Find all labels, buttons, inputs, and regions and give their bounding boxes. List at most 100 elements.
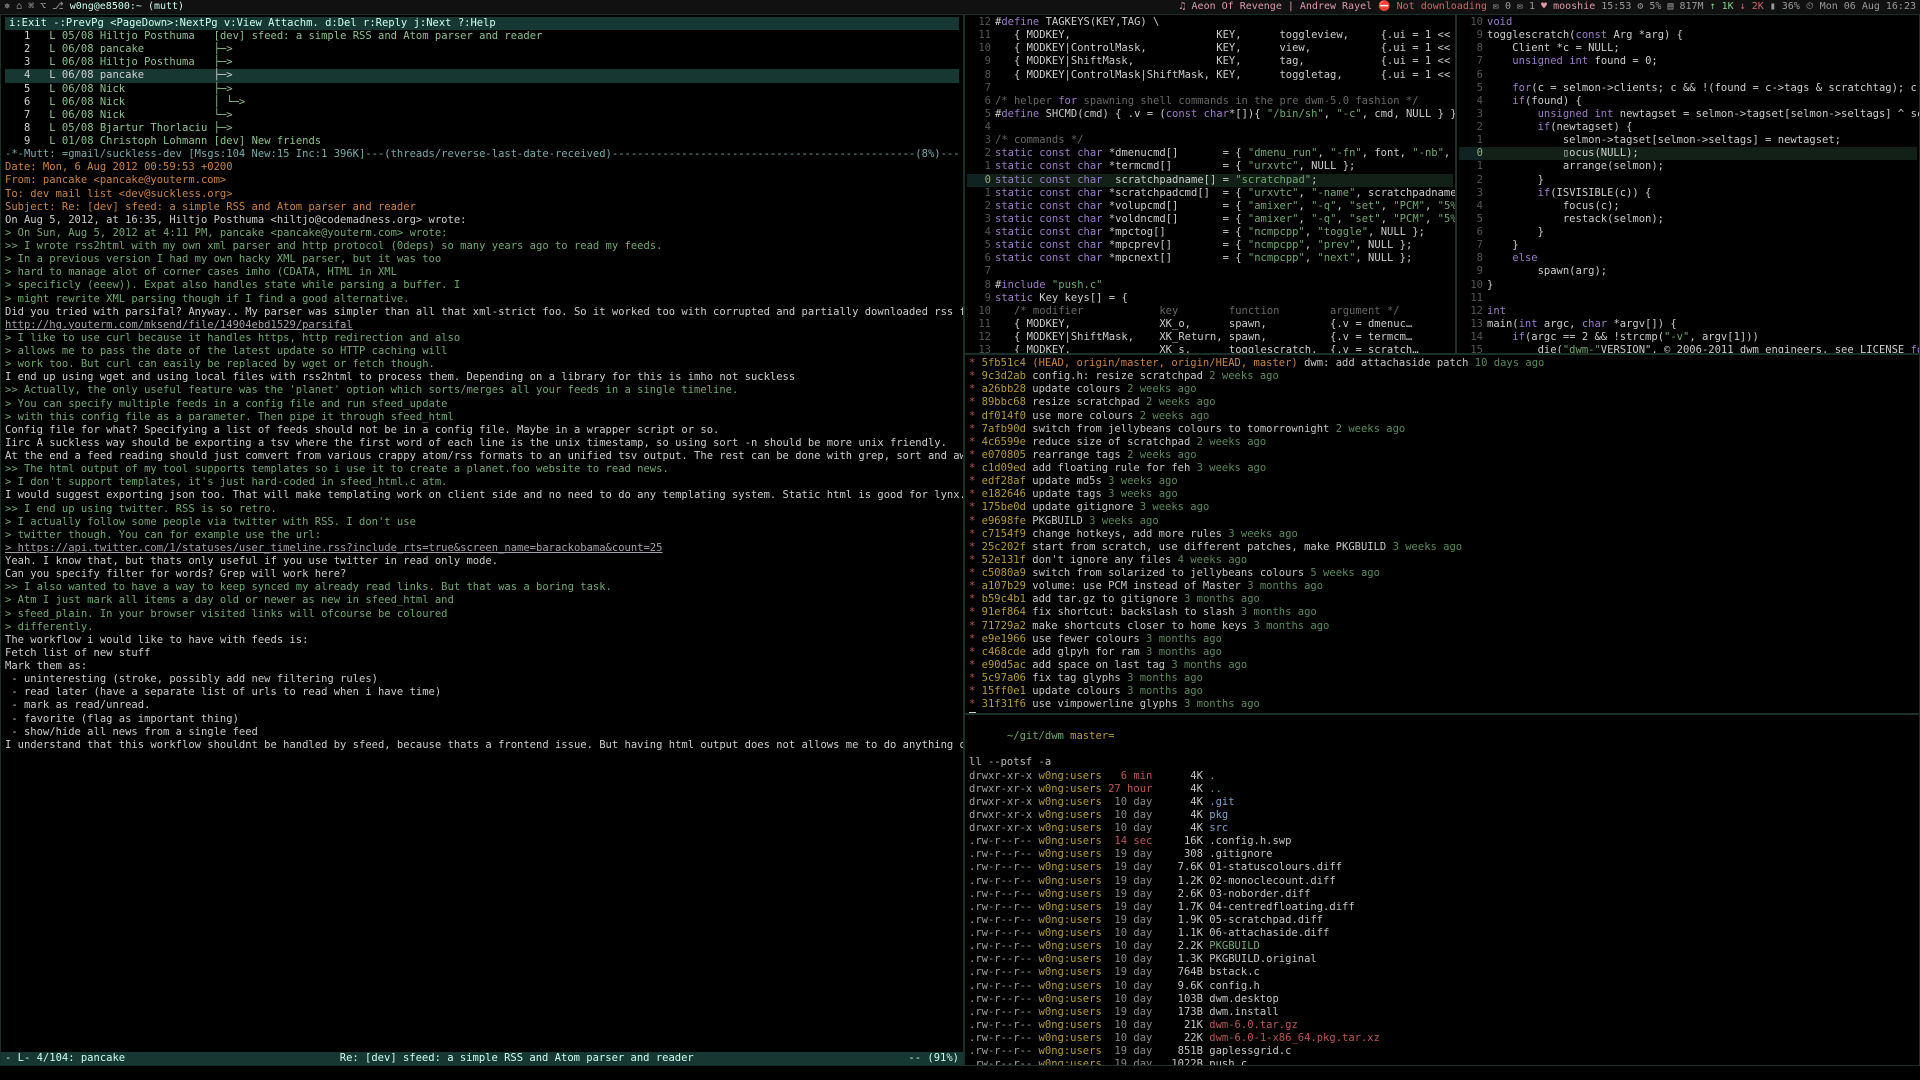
ls-row: .rw-r--r-- w0ng:users 10 day 21K dwm-6.0… xyxy=(969,1019,1915,1032)
git-log-row[interactable]: * 9c3d2ab config.h: resize scratchpad 2 … xyxy=(969,370,1915,383)
mail-body-line: Config file for what? Specifying a list … xyxy=(5,424,959,437)
git-log-row[interactable]: * 7afb90d switch from jellybeans colours… xyxy=(969,423,1915,436)
mail-body-line: > allows me to pass the date of the late… xyxy=(5,345,959,358)
mutt-footer-left: - L- 4/104: pancake xyxy=(5,1052,125,1065)
git-log-row[interactable]: * 52e131f don't ignore any files 4 weeks… xyxy=(969,554,1915,567)
mail-body-line: > I don't support templates, it's just h… xyxy=(5,476,959,489)
mutt-tearbar: -*-Mutt: =gmail/suckless-dev [Msgs:104 N… xyxy=(5,148,959,161)
git-log-row[interactable]: * e070805 rearrange tags 2 weeks ago xyxy=(969,449,1915,462)
mail-body-line: > sfeed_plain. In your browser visited l… xyxy=(5,608,959,621)
mail-body-line: - read later (have a separate list of ur… xyxy=(5,686,959,699)
mutt-index-row[interactable]: 4 L 06/08 pancake ├─> xyxy=(5,69,959,82)
url-link[interactable]: http://hg.youterm.com/mksend/file/14904e… xyxy=(5,319,353,331)
git-log-row[interactable]: * e9698fe PKGBUILD 3 weeks ago xyxy=(969,515,1915,528)
git-log-row[interactable]: * 25c202f start from scratch, use differ… xyxy=(969,541,1915,554)
mutt-index-row[interactable]: 7 L 06/08 Nick └─> xyxy=(5,109,959,122)
git-log-row[interactable]: * b59c4b1 add tar.gz to gitignore 3 mont… xyxy=(969,593,1915,606)
mail-body-line: > hard to manage alot of corner cases im… xyxy=(5,266,959,279)
ls-row: .rw-r--r-- w0ng:users 19 day 308 .gitign… xyxy=(969,848,1915,861)
music-widget: ♫ Aeon Of Revenge | Andrew Rayel xyxy=(1179,1,1372,14)
time-1: 15:53 xyxy=(1601,1,1631,14)
mutt-help-bar: i:Exit -:PrevPg <PageDown>:NextPg v:View… xyxy=(5,17,959,30)
mutt-index[interactable]: 1 L 05/08 Hiltjo Posthuma [dev] sfeed: a… xyxy=(5,30,959,148)
git-log-row[interactable]: * 31f31f6 use vimpowerline glyphs 3 mont… xyxy=(969,698,1915,711)
mutt-pane[interactable]: i:Exit -:PrevPg <PageDown>:NextPg v:View… xyxy=(0,14,964,1066)
url-link[interactable]: > https://api.twitter.com/1/statuses/use… xyxy=(5,542,662,554)
net-down: ↓ 2K xyxy=(1740,1,1764,14)
shell-pane[interactable]: ~/git/dwm master= ll --potsf -a drwxr-xr… xyxy=(964,714,1920,1066)
ws-tags[interactable]: ⎈ ⌂ ⌘ ⌥ ⎇ xyxy=(4,1,64,14)
mutt-index-row[interactable]: 2 L 06/08 pancake ├─> xyxy=(5,43,959,56)
mail-body-line: > specificly (eeew)). Expat also handles… xyxy=(5,279,959,292)
ls-row: .rw-r--r-- w0ng:users 19 day 2.6K 03-nob… xyxy=(969,888,1915,901)
ls-row: drwxr-xr-x w0ng:users 27 hour 4K .. xyxy=(969,783,1915,796)
mail-body-line: I would suggest exporting json too. That… xyxy=(5,489,959,502)
git-log-row[interactable]: * c5080a9 switch from solarized to jelly… xyxy=(969,567,1915,580)
git-log-row[interactable]: * 4c6599e reduce size of scratchpad 2 we… xyxy=(969,436,1915,449)
mail-body-line: > In a previous version I had my own hac… xyxy=(5,253,959,266)
git-log-row[interactable]: * 175be0d update gitignore 3 weeks ago xyxy=(969,501,1915,514)
mail-body-line: >> I end up using twitter. RSS is so ret… xyxy=(5,503,959,516)
mutt-body[interactable]: On Aug 5, 2012, at 16:35, Hiltjo Posthum… xyxy=(5,214,959,752)
git-log-row[interactable]: * a107b29 volume: use PCM instead of Mas… xyxy=(969,580,1915,593)
mail-body-line: > You can specify multiple feeds in a co… xyxy=(5,398,959,411)
wm-statusbar: ⎈ ⌂ ⌘ ⌥ ⎇ w0ng@e8500:~ (mutt) ♫ Aeon Of … xyxy=(0,0,1920,14)
git-log-row[interactable]: * 71729a2 make shortcuts closer to home … xyxy=(969,620,1915,633)
mail-body-line: > On Sun, Aug 5, 2012 at 4:11 PM, pancak… xyxy=(5,227,959,240)
git-log-row[interactable]: * edf28af update md5s 3 weeks ago xyxy=(969,475,1915,488)
git-log-row[interactable]: * c468cde add glpyh for ram 3 months ago xyxy=(969,646,1915,659)
git-log-row[interactable]: * 15ff0e1 update colours 3 months ago xyxy=(969,685,1915,698)
time-2: 16:23 xyxy=(1886,1,1916,14)
mutt-hdr-to: To: dev mail list <dev@suckless.org> xyxy=(5,188,959,201)
git-log-row[interactable]: * 5c97a06 fix tag glyphs 3 months ago xyxy=(969,672,1915,685)
git-log-pane[interactable]: * 5fb51c4 (HEAD, origin/master, origin/H… xyxy=(964,354,1920,714)
mail-body-line: At the end a feed reading should just co… xyxy=(5,450,959,463)
ls-row: .rw-r--r-- w0ng:users 10 day 9.6K config… xyxy=(969,980,1915,993)
mail-body-line: Did you tried with parsifal? Anyway.. My… xyxy=(5,306,959,319)
git-log-row[interactable]: * c7154f9 change hotkeys, add more rules… xyxy=(969,528,1915,541)
prompt-branch: master= xyxy=(1070,730,1114,742)
mail-body-line: Iirc A suckless way should be exporting … xyxy=(5,437,959,450)
ls-row: .rw-r--r-- w0ng:users 19 day 1.2K 02-mon… xyxy=(969,875,1915,888)
git-log-row[interactable]: * 5fb51c4 (HEAD, origin/master, origin/H… xyxy=(969,357,1915,370)
mutt-hdr-date: Date: Mon, 6 Aug 2012 00:59:53 +0200 xyxy=(5,161,959,174)
mem-widget: ▤ 817M xyxy=(1667,1,1703,14)
torrent-widget: ⛔ Not downloading xyxy=(1378,1,1487,14)
editor-config-h[interactable]: 12#define TAGKEYS(KEY,TAG) \11 { MODKEY,… xyxy=(964,14,1456,354)
battery-widget: ▮ 36% xyxy=(1770,1,1800,14)
cpu-widget: ⚙ 5% xyxy=(1637,1,1661,14)
ls-row: .rw-r--r-- w0ng:users 19 day 764B bstack… xyxy=(969,966,1915,979)
mail-body-line: > I actually follow some people via twit… xyxy=(5,516,959,529)
mutt-index-row[interactable]: 9 L 01/08 Christoph Lohmann [dev] New fr… xyxy=(5,135,959,148)
date-widget: ⏲ Mon 06 Aug xyxy=(1806,1,1880,14)
git-log-row[interactable]: * a26bb28 update colours 2 weeks ago xyxy=(969,383,1915,396)
editor-buffer[interactable]: 10void9togglescratch(const Arg *arg) {8 … xyxy=(1457,15,1919,354)
mail-body-line: >> Actually, the only useful feature was… xyxy=(5,384,959,397)
mutt-hdr-subj: Subject: Re: [dev] sfeed: a simple RSS a… xyxy=(5,201,959,214)
mutt-index-row[interactable]: 8 L 05/08 Bjartur Thorlaciu ├─> xyxy=(5,122,959,135)
git-log-row[interactable]: * 89bbc68 resize scratchpad 2 weeks ago xyxy=(969,396,1915,409)
git-log-row[interactable]: * df014f0 use more colours 2 weeks ago xyxy=(969,410,1915,423)
git-log-row[interactable]: * c1d09ed add floating rule for feh 3 we… xyxy=(969,462,1915,475)
git-log-row[interactable]: * e9e1966 use fewer colours 3 months ago xyxy=(969,633,1915,646)
mail-body-line: > with this config file as a parameter. … xyxy=(5,411,959,424)
git-log-row[interactable]: * 91ef864 fix shortcut: backslash to sla… xyxy=(969,606,1915,619)
mail-body-line: - uninteresting (stroke, possibly add ne… xyxy=(5,673,959,686)
git-log-row[interactable]: * e90d5ac add space on last tag 3 months… xyxy=(969,659,1915,672)
ls-row: drwxr-xr-x w0ng:users 10 day 4K .git xyxy=(969,796,1915,809)
mail-body-line: > Atm I just mark all items a day old or… xyxy=(5,594,959,607)
ls-row: .rw-r--r-- w0ng:users 19 day 1.7K 04-cen… xyxy=(969,901,1915,914)
editor-buffer[interactable]: 12#define TAGKEYS(KEY,TAG) \11 { MODKEY,… xyxy=(965,15,1455,354)
mail-body-line: > twitter though. You can for example us… xyxy=(5,529,959,542)
git-log-row[interactable]: * e182646 update tags 3 weeks ago xyxy=(969,488,1915,501)
mutt-index-row[interactable]: 6 L 06/08 Nick │ └─> xyxy=(5,96,959,109)
mutt-index-row[interactable]: 3 L 06/08 Hiltjo Posthuma ├─> xyxy=(5,56,959,69)
mail-body-line: > work too. But curl can easily be repla… xyxy=(5,358,959,371)
editor-dwm-c[interactable]: 10void9togglescratch(const Arg *arg) {8 … xyxy=(1456,14,1920,354)
mutt-index-row[interactable]: 5 L 06/08 Nick ├─> xyxy=(5,83,959,96)
ls-row: drwxr-xr-x w0ng:users 10 day 4K src xyxy=(969,822,1915,835)
net-up: ↑ 1K xyxy=(1710,1,1734,14)
mutt-index-row[interactable]: 1 L 05/08 Hiltjo Posthuma [dev] sfeed: a… xyxy=(5,30,959,43)
ls-row: .rw-r--r-- w0ng:users 19 day 7.6K 01-sta… xyxy=(969,861,1915,874)
window-title: w0ng@e8500:~ (mutt) xyxy=(70,1,184,14)
